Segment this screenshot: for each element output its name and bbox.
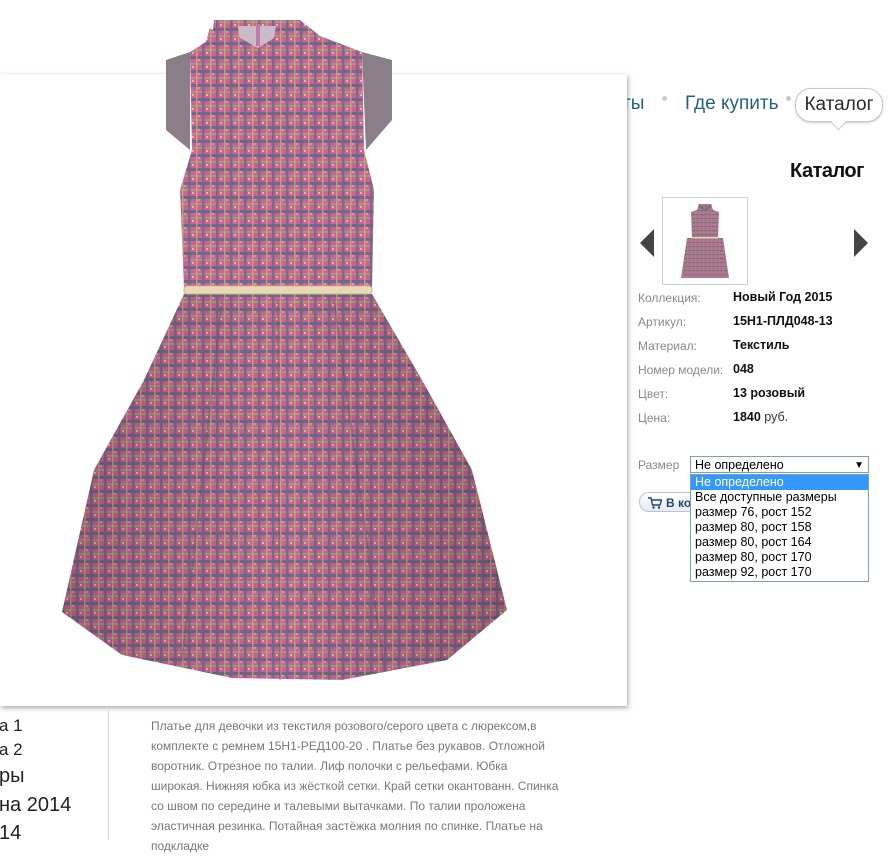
dress-image-graphic bbox=[62, 20, 507, 681]
size-option[interactable]: размер 80, рост 158 bbox=[691, 520, 868, 535]
chevron-down-icon: ▼ bbox=[854, 460, 864, 471]
sidebar-item[interactable]: на 2014 bbox=[0, 794, 71, 817]
field-label-article: Артикул: bbox=[638, 315, 687, 329]
product-description: Платье для девочки из текстиля розового/… bbox=[151, 719, 559, 853]
field-value-article: 15Н1-ПЛД048-13 bbox=[733, 314, 833, 328]
add-to-cart-label: В корзину bbox=[666, 496, 691, 510]
nav-item-catalog-label: Каталог bbox=[804, 94, 874, 115]
sidebar-menu: а 1 а 2 ры на 2014 14 bbox=[0, 710, 109, 840]
page-title: Каталог bbox=[790, 160, 864, 182]
sidebar-item[interactable]: ры bbox=[0, 765, 25, 788]
sidebar-item[interactable]: а 2 bbox=[0, 740, 23, 760]
field-value-collection: Новый Год 2015 bbox=[733, 290, 833, 304]
price-amount: 1840 bbox=[733, 410, 761, 424]
field-label-color: Цвет: bbox=[638, 387, 669, 401]
size-select[interactable]: Не определено ▼ bbox=[690, 456, 869, 473]
size-select-value: Не определено bbox=[695, 458, 784, 472]
size-option[interactable]: размер 80, рост 164 bbox=[691, 535, 868, 550]
nav-separator bbox=[786, 96, 791, 101]
dress-image bbox=[62, 0, 512, 706]
size-label: Размер bbox=[638, 458, 680, 472]
field-label-model-number: Номер модели: bbox=[638, 363, 724, 377]
field-value-material: Текстиль bbox=[733, 338, 790, 352]
nav-separator bbox=[662, 96, 667, 101]
arrow-right-icon[interactable] bbox=[854, 229, 868, 257]
sidebar-item[interactable]: 14 bbox=[0, 822, 21, 840]
sidebar-item[interactable]: а 1 bbox=[0, 716, 23, 736]
field-value-color: 13 розовый bbox=[733, 386, 806, 400]
product-thumbnail[interactable] bbox=[662, 197, 748, 285]
dress-thumbnail-icon bbox=[681, 204, 729, 278]
field-label-material: Материал: bbox=[638, 339, 697, 353]
size-option[interactable]: размер 92, рост 170 bbox=[691, 565, 868, 580]
arrow-left-icon[interactable] bbox=[640, 229, 654, 257]
size-option[interactable]: размер 80, рост 170 bbox=[691, 550, 868, 565]
size-option[interactable]: Все доступные размеры bbox=[691, 490, 868, 505]
field-value-price: 1840 руб. bbox=[733, 410, 788, 424]
price-unit: руб. bbox=[764, 410, 789, 424]
cart-icon bbox=[648, 497, 662, 509]
nav-bubble-tail bbox=[830, 114, 847, 131]
size-option[interactable]: Не определено bbox=[691, 475, 868, 490]
nav-item-where-to-buy[interactable]: Где купить bbox=[685, 93, 778, 115]
field-label-price: Цена: bbox=[638, 411, 671, 425]
field-label-collection: Коллекция: bbox=[638, 291, 701, 305]
field-value-model-number: 048 bbox=[733, 362, 754, 376]
product-image-popup bbox=[0, 20, 627, 706]
size-option[interactable]: размер 76, рост 152 bbox=[691, 505, 868, 520]
add-to-cart-button[interactable]: В корзину bbox=[639, 492, 691, 512]
size-dropdown-list[interactable]: Не определено Все доступные размеры разм… bbox=[690, 474, 869, 582]
nav-item-catalog[interactable]: Каталог bbox=[795, 88, 883, 131]
